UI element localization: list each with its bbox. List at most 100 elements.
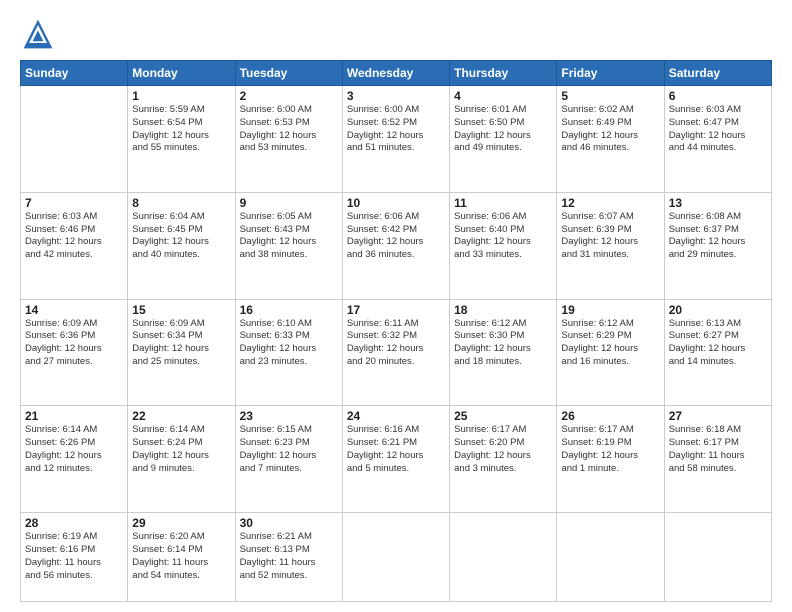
day-number: 15 (132, 303, 230, 317)
day-number: 27 (669, 409, 767, 423)
weekday-sunday: Sunday (21, 61, 128, 86)
calendar-cell: 29Sunrise: 6:20 AMSunset: 6:14 PMDayligh… (128, 513, 235, 602)
calendar-cell: 24Sunrise: 6:16 AMSunset: 6:21 PMDayligh… (342, 406, 449, 513)
day-number: 22 (132, 409, 230, 423)
day-number: 10 (347, 196, 445, 210)
calendar-cell: 28Sunrise: 6:19 AMSunset: 6:16 PMDayligh… (21, 513, 128, 602)
day-number: 24 (347, 409, 445, 423)
calendar-cell (342, 513, 449, 602)
day-number: 29 (132, 516, 230, 530)
day-info: Sunrise: 6:18 AMSunset: 6:17 PMDaylight:… (669, 424, 767, 475)
calendar-cell: 13Sunrise: 6:08 AMSunset: 6:37 PMDayligh… (664, 192, 771, 299)
day-info: Sunrise: 6:07 AMSunset: 6:39 PMDaylight:… (561, 211, 659, 262)
week-row-0: 1Sunrise: 5:59 AMSunset: 6:54 PMDaylight… (21, 86, 772, 193)
day-number: 11 (454, 196, 552, 210)
calendar-cell: 4Sunrise: 6:01 AMSunset: 6:50 PMDaylight… (450, 86, 557, 193)
header (20, 16, 772, 52)
day-info: Sunrise: 6:05 AMSunset: 6:43 PMDaylight:… (240, 211, 338, 262)
logo-icon (20, 16, 56, 52)
calendar: SundayMondayTuesdayWednesdayThursdayFrid… (20, 60, 772, 602)
day-number: 14 (25, 303, 123, 317)
day-info: Sunrise: 6:16 AMSunset: 6:21 PMDaylight:… (347, 424, 445, 475)
day-number: 28 (25, 516, 123, 530)
day-info: Sunrise: 6:00 AMSunset: 6:53 PMDaylight:… (240, 104, 338, 155)
calendar-cell: 5Sunrise: 6:02 AMSunset: 6:49 PMDaylight… (557, 86, 664, 193)
calendar-cell: 12Sunrise: 6:07 AMSunset: 6:39 PMDayligh… (557, 192, 664, 299)
weekday-monday: Monday (128, 61, 235, 86)
calendar-cell: 30Sunrise: 6:21 AMSunset: 6:13 PMDayligh… (235, 513, 342, 602)
day-info: Sunrise: 6:03 AMSunset: 6:47 PMDaylight:… (669, 104, 767, 155)
day-number: 13 (669, 196, 767, 210)
page: SundayMondayTuesdayWednesdayThursdayFrid… (0, 0, 792, 612)
calendar-cell: 1Sunrise: 5:59 AMSunset: 6:54 PMDaylight… (128, 86, 235, 193)
calendar-cell: 25Sunrise: 6:17 AMSunset: 6:20 PMDayligh… (450, 406, 557, 513)
calendar-cell: 15Sunrise: 6:09 AMSunset: 6:34 PMDayligh… (128, 299, 235, 406)
day-number: 5 (561, 89, 659, 103)
calendar-cell: 20Sunrise: 6:13 AMSunset: 6:27 PMDayligh… (664, 299, 771, 406)
calendar-cell: 21Sunrise: 6:14 AMSunset: 6:26 PMDayligh… (21, 406, 128, 513)
day-number: 4 (454, 89, 552, 103)
day-number: 6 (669, 89, 767, 103)
calendar-cell (664, 513, 771, 602)
weekday-saturday: Saturday (664, 61, 771, 86)
day-number: 30 (240, 516, 338, 530)
day-number: 1 (132, 89, 230, 103)
day-info: Sunrise: 6:14 AMSunset: 6:26 PMDaylight:… (25, 424, 123, 475)
day-info: Sunrise: 6:01 AMSunset: 6:50 PMDaylight:… (454, 104, 552, 155)
day-info: Sunrise: 6:13 AMSunset: 6:27 PMDaylight:… (669, 318, 767, 369)
calendar-cell: 3Sunrise: 6:00 AMSunset: 6:52 PMDaylight… (342, 86, 449, 193)
weekday-thursday: Thursday (450, 61, 557, 86)
logo (20, 16, 60, 52)
calendar-cell (21, 86, 128, 193)
weekday-tuesday: Tuesday (235, 61, 342, 86)
day-info: Sunrise: 6:11 AMSunset: 6:32 PMDaylight:… (347, 318, 445, 369)
day-number: 3 (347, 89, 445, 103)
day-number: 25 (454, 409, 552, 423)
day-info: Sunrise: 6:04 AMSunset: 6:45 PMDaylight:… (132, 211, 230, 262)
calendar-cell (557, 513, 664, 602)
day-number: 17 (347, 303, 445, 317)
day-number: 8 (132, 196, 230, 210)
calendar-cell: 10Sunrise: 6:06 AMSunset: 6:42 PMDayligh… (342, 192, 449, 299)
calendar-cell: 9Sunrise: 6:05 AMSunset: 6:43 PMDaylight… (235, 192, 342, 299)
day-info: Sunrise: 5:59 AMSunset: 6:54 PMDaylight:… (132, 104, 230, 155)
week-row-4: 28Sunrise: 6:19 AMSunset: 6:16 PMDayligh… (21, 513, 772, 602)
calendar-cell: 18Sunrise: 6:12 AMSunset: 6:30 PMDayligh… (450, 299, 557, 406)
day-info: Sunrise: 6:03 AMSunset: 6:46 PMDaylight:… (25, 211, 123, 262)
calendar-cell: 16Sunrise: 6:10 AMSunset: 6:33 PMDayligh… (235, 299, 342, 406)
calendar-cell: 6Sunrise: 6:03 AMSunset: 6:47 PMDaylight… (664, 86, 771, 193)
weekday-header-row: SundayMondayTuesdayWednesdayThursdayFrid… (21, 61, 772, 86)
calendar-cell: 2Sunrise: 6:00 AMSunset: 6:53 PMDaylight… (235, 86, 342, 193)
calendar-cell: 27Sunrise: 6:18 AMSunset: 6:17 PMDayligh… (664, 406, 771, 513)
calendar-header: SundayMondayTuesdayWednesdayThursdayFrid… (21, 61, 772, 86)
day-number: 16 (240, 303, 338, 317)
day-info: Sunrise: 6:15 AMSunset: 6:23 PMDaylight:… (240, 424, 338, 475)
week-row-1: 7Sunrise: 6:03 AMSunset: 6:46 PMDaylight… (21, 192, 772, 299)
day-info: Sunrise: 6:02 AMSunset: 6:49 PMDaylight:… (561, 104, 659, 155)
day-number: 9 (240, 196, 338, 210)
calendar-cell: 14Sunrise: 6:09 AMSunset: 6:36 PMDayligh… (21, 299, 128, 406)
day-number: 2 (240, 89, 338, 103)
calendar-cell: 26Sunrise: 6:17 AMSunset: 6:19 PMDayligh… (557, 406, 664, 513)
calendar-cell: 17Sunrise: 6:11 AMSunset: 6:32 PMDayligh… (342, 299, 449, 406)
day-number: 12 (561, 196, 659, 210)
day-number: 7 (25, 196, 123, 210)
day-number: 20 (669, 303, 767, 317)
week-row-2: 14Sunrise: 6:09 AMSunset: 6:36 PMDayligh… (21, 299, 772, 406)
day-number: 23 (240, 409, 338, 423)
day-number: 21 (25, 409, 123, 423)
day-info: Sunrise: 6:12 AMSunset: 6:29 PMDaylight:… (561, 318, 659, 369)
calendar-cell (450, 513, 557, 602)
day-number: 18 (454, 303, 552, 317)
calendar-cell: 19Sunrise: 6:12 AMSunset: 6:29 PMDayligh… (557, 299, 664, 406)
weekday-wednesday: Wednesday (342, 61, 449, 86)
day-number: 19 (561, 303, 659, 317)
calendar-body: 1Sunrise: 5:59 AMSunset: 6:54 PMDaylight… (21, 86, 772, 602)
weekday-friday: Friday (557, 61, 664, 86)
day-info: Sunrise: 6:09 AMSunset: 6:36 PMDaylight:… (25, 318, 123, 369)
calendar-cell: 11Sunrise: 6:06 AMSunset: 6:40 PMDayligh… (450, 192, 557, 299)
day-info: Sunrise: 6:06 AMSunset: 6:40 PMDaylight:… (454, 211, 552, 262)
day-info: Sunrise: 6:12 AMSunset: 6:30 PMDaylight:… (454, 318, 552, 369)
day-number: 26 (561, 409, 659, 423)
calendar-cell: 8Sunrise: 6:04 AMSunset: 6:45 PMDaylight… (128, 192, 235, 299)
